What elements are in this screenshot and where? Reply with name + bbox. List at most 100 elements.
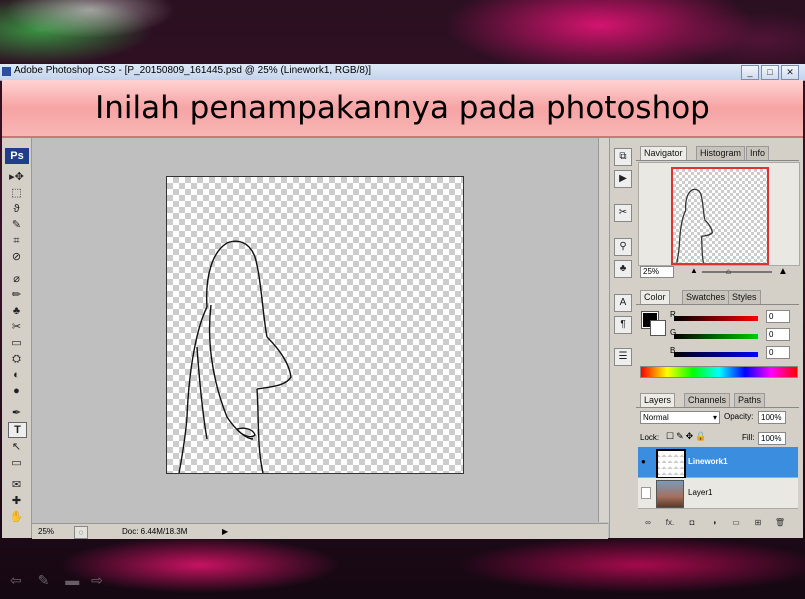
tab-layers[interactable]: Layers <box>640 393 676 407</box>
layer-mask-icon[interactable]: ◘ <box>686 518 698 528</box>
linework-drawing <box>178 240 292 473</box>
tab-color[interactable]: Color <box>640 290 670 304</box>
magic-wand-tool-icon[interactable]: ✎ <box>8 218 25 232</box>
fill-field[interactable]: 100% <box>758 432 786 445</box>
next-arrow-icon[interactable]: ⇨ <box>91 572 103 588</box>
tab-channels[interactable]: Channels <box>684 393 731 407</box>
previous-arrow-icon[interactable]: ⇦ <box>10 572 22 588</box>
eye-icon[interactable]: ● <box>641 457 646 466</box>
zoom-slider-thumb[interactable]: ⌂ <box>726 267 731 276</box>
clone-source-icon[interactable]: ♣ <box>614 260 632 278</box>
tab-histogram[interactable]: Histogram <box>696 146 746 160</box>
navigator-view-box[interactable] <box>671 167 769 265</box>
lasso-tool-icon[interactable]: ϑ <box>8 202 25 216</box>
crop-tool-icon[interactable]: ⌗ <box>8 234 25 248</box>
opacity-label: Opacity: <box>724 412 754 421</box>
zoom-out-icon[interactable]: ▲ <box>690 266 698 275</box>
navigator-tabs: Navigator Histogram Info <box>636 146 799 161</box>
path-selection-icon[interactable]: ↖ <box>8 440 25 454</box>
slice-tool-icon[interactable]: ⊘ <box>8 250 25 264</box>
toolbox: Ps ▸✥ ⬚ ϑ ✎ ⌗ ⊘ ⌀ ✏ ♣ ✂ ▭ ⛭ ◐ ● ✒ T ↖ ▭ … <box>2 138 32 538</box>
chevron-down-icon: ▾ <box>712 413 717 422</box>
clone-stamp-icon[interactable]: ♣ <box>8 304 25 318</box>
channel-r-slider[interactable] <box>674 316 758 321</box>
layers-tabs: Layers Channels Paths <box>636 393 799 408</box>
new-group-icon[interactable]: ▭ <box>730 518 742 528</box>
dodge-tool-icon[interactable]: ● <box>8 384 25 398</box>
channel-b-value[interactable]: 0 <box>766 346 790 359</box>
paint-bucket-icon[interactable]: ⛭ <box>8 352 25 366</box>
opacity-field[interactable]: 100% <box>758 411 786 424</box>
color-spectrum-bar[interactable] <box>640 366 798 378</box>
lock-label: Lock: <box>640 433 660 442</box>
pen-tool-icon[interactable]: ✒ <box>8 406 25 420</box>
character-icon[interactable]: A <box>614 294 632 312</box>
minimize-button[interactable]: _ <box>741 65 759 80</box>
tab-paths[interactable]: Paths <box>734 393 766 407</box>
trash-icon[interactable]: 🗑 <box>774 518 786 528</box>
zoom-level[interactable]: 25% <box>38 524 54 539</box>
healing-brush-icon[interactable]: ⌀ <box>8 272 25 286</box>
channel-g-slider[interactable] <box>674 334 758 339</box>
slide-nav-controls: ⇦ ✎ ▬ ⇨ <box>10 572 103 589</box>
zoom-slider[interactable] <box>702 271 772 273</box>
marquee-tool-icon[interactable]: ⬚ <box>8 186 25 200</box>
zoom-in-icon[interactable]: ▲ <box>778 266 788 277</box>
pen-icon[interactable]: ✎ <box>38 572 50 588</box>
tab-swatches[interactable]: Swatches <box>682 290 730 304</box>
tool-presets-icon[interactable]: ✂ <box>614 204 632 222</box>
blur-tool-icon[interactable]: ◐ <box>8 368 25 382</box>
navigator-thumbnail <box>676 188 714 263</box>
shape-tool-icon[interactable]: ▭ <box>8 456 25 470</box>
navigator-zoom-field[interactable]: 25% <box>640 266 674 278</box>
tab-navigator[interactable]: Navigator <box>640 146 687 160</box>
brushes-icon[interactable]: ⚲ <box>614 238 632 256</box>
slide-banner: Inilah penampakannya pada photoshop <box>2 80 803 138</box>
type-tool-icon[interactable]: T <box>8 422 27 438</box>
hand-tool-icon[interactable]: ✋ <box>8 510 25 524</box>
channel-g-value[interactable]: 0 <box>766 328 790 341</box>
document-workspace <box>32 138 602 522</box>
brush-tool-icon[interactable]: ✏ <box>8 288 25 302</box>
close-button[interactable]: ✕ <box>781 65 799 80</box>
photoshop-window: Ps ▸✥ ⬚ ϑ ✎ ⌗ ⊘ ⌀ ✏ ♣ ✂ ▭ ⛭ ◐ ● ✒ T ↖ ▭ … <box>2 138 803 539</box>
restore-button[interactable]: □ <box>761 65 779 80</box>
right-panels: Navigator Histogram Info 25% ▲ ⌂ ▲ Color… <box>634 138 803 538</box>
history-icon[interactable]: ⧉ <box>614 148 632 166</box>
move-tool-icon[interactable]: ▸✥ <box>8 170 25 184</box>
tab-info[interactable]: Info <box>746 146 770 160</box>
channel-b-slider[interactable] <box>674 352 758 357</box>
actions-icon[interactable]: ▶ <box>614 170 632 188</box>
history-brush-icon[interactable]: ✂ <box>8 320 25 334</box>
layer-name: Layer1 <box>688 488 713 497</box>
status-bar: 25% ◌ Doc: 6.44M/18.3M ▶ <box>32 523 608 539</box>
channel-r-value[interactable]: 0 <box>766 310 790 323</box>
layer-name: Linework1 <box>688 457 728 466</box>
paragraph-icon[interactable]: ¶ <box>614 316 632 334</box>
adjustment-layer-icon[interactable]: ◑ <box>708 518 720 528</box>
color-tabs: Color Swatches Styles <box>636 290 799 305</box>
menu-icon[interactable]: ▬ <box>65 572 79 588</box>
document-canvas[interactable] <box>166 176 464 474</box>
panel-dock: ⧉ ▶ ✂ ⚲ ♣ A ¶ ☰ <box>609 138 635 538</box>
eraser-tool-icon[interactable]: ▭ <box>8 336 25 350</box>
link-layers-icon[interactable]: ∞ <box>642 518 654 528</box>
eyedropper-tool-icon[interactable]: ✚ <box>8 494 25 508</box>
navigator-zoom-row: 25% ▲ ⌂ ▲ <box>638 266 798 278</box>
status-menu-icon[interactable]: ◌ <box>74 526 88 539</box>
layer-row-linework1[interactable]: ● Linework1 <box>638 447 798 479</box>
lock-options-icons[interactable]: ☐✎✥🔒 <box>666 431 708 442</box>
layer-comps-icon[interactable]: ☰ <box>614 348 632 366</box>
new-layer-icon[interactable]: ⊞ <box>752 518 764 528</box>
background-color-swatch[interactable] <box>650 320 666 336</box>
visibility-toggle[interactable] <box>641 487 651 499</box>
layer-style-icon[interactable]: fx. <box>664 518 676 528</box>
banner-text: Inilah penampakannya pada photoshop <box>95 90 710 126</box>
navigator-preview <box>638 162 800 266</box>
layer-row-layer1[interactable]: Layer1 <box>638 478 798 509</box>
blend-mode-select[interactable]: Normal ▾ <box>640 411 720 424</box>
tab-styles[interactable]: Styles <box>728 290 761 304</box>
notes-tool-icon[interactable]: ✉ <box>8 478 25 492</box>
vertical-scrollbar[interactable] <box>598 138 609 522</box>
status-arrow-icon[interactable]: ▶ <box>222 524 228 539</box>
